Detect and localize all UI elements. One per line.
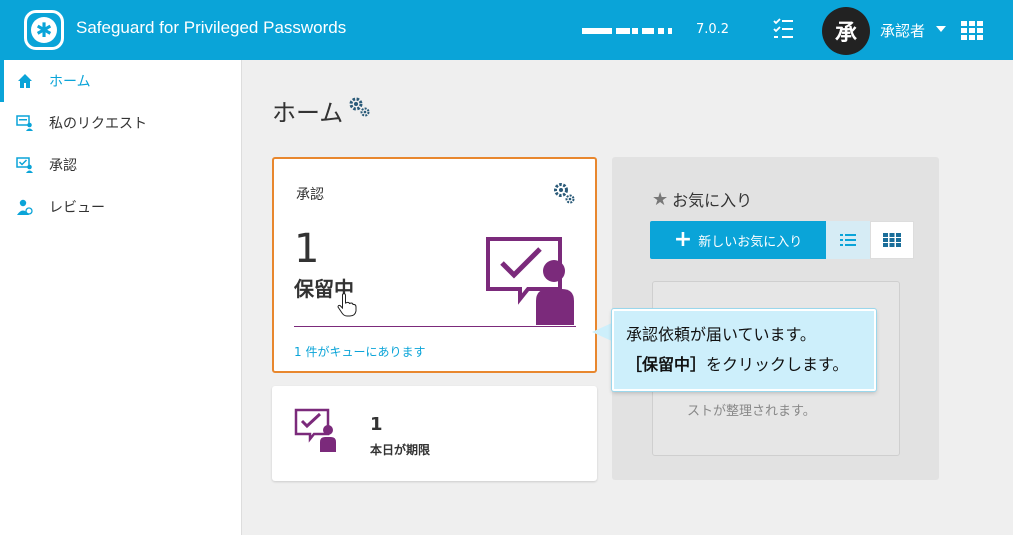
- asterisk-icon: ✱: [31, 17, 57, 43]
- card-title: 承認: [296, 187, 324, 203]
- sidebar-item-approvals[interactable]: 承認: [0, 144, 241, 186]
- pending-count: 1: [294, 226, 320, 272]
- due-count: 1: [370, 414, 383, 435]
- favorites-title: ★ お気に入り: [652, 187, 752, 211]
- gears-icon[interactable]: [348, 96, 372, 118]
- grid-icon: [883, 233, 901, 247]
- card-divider: [294, 326, 576, 327]
- callout-line-1: 承認依頼が届いています。: [626, 325, 816, 344]
- task-list-icon[interactable]: [772, 17, 794, 41]
- top-header: ✱ Safeguard for Privileged Passwords 7.0…: [0, 0, 1013, 60]
- due-label: 本日が期限: [370, 443, 431, 457]
- sidebar-item-reviews[interactable]: レビュー: [0, 186, 241, 228]
- home-icon: [18, 74, 32, 88]
- sidebar-item-label: 承認: [49, 158, 77, 174]
- app-title: Safeguard for Privileged Passwords: [76, 18, 347, 37]
- reviews-icon: [17, 199, 33, 215]
- plus-icon: +: [673, 227, 693, 252]
- redacted-text: [582, 26, 674, 36]
- grid-view-button[interactable]: [870, 221, 914, 259]
- approvals-icon: [16, 157, 33, 173]
- my-requests-icon: [16, 115, 33, 131]
- sidebar-item-my-requests[interactable]: 私のリクエスト: [0, 102, 241, 144]
- list-icon: [840, 234, 856, 246]
- favorites-title-label: お気に入り: [672, 191, 753, 210]
- user-avatar[interactable]: 承: [822, 7, 870, 55]
- approval-person-icon: [486, 237, 574, 325]
- queue-link[interactable]: 1 件がキューにあります: [294, 343, 425, 360]
- app-logo[interactable]: ✱: [24, 10, 64, 50]
- list-view-button[interactable]: [826, 221, 870, 259]
- sidebar-item-home[interactable]: ホーム: [0, 60, 241, 102]
- due-today-card[interactable]: 1 本日が期限: [272, 386, 597, 481]
- sidebar-item-label: ホーム: [49, 74, 91, 90]
- callout-emphasis: ［保留中］: [626, 355, 707, 374]
- instruction-callout: 承認依頼が届いています。 ［保留中］をクリックします。: [612, 309, 876, 391]
- sidebar-item-label: 私のリクエスト: [49, 116, 147, 132]
- sidebar: ホーム 私のリクエスト 承認 レビュー: [0, 60, 242, 535]
- app-grid-icon[interactable]: [961, 21, 983, 40]
- sidebar-item-label: レビュー: [49, 200, 105, 216]
- gears-icon[interactable]: [552, 181, 576, 205]
- new-favorite-button[interactable]: + 新しいお気に入り: [650, 221, 826, 259]
- new-favorite-label: 新しいお気に入り: [698, 234, 803, 250]
- approvals-card[interactable]: 承認 1 保留中 1 件がキューにあります: [272, 157, 597, 373]
- favorites-empty-text: ストが整理されます。: [687, 404, 816, 419]
- user-menu-label[interactable]: 承認者: [880, 20, 925, 41]
- callout-line-2: ［保留中］をクリックします。: [626, 351, 848, 375]
- page-title: ホーム: [272, 99, 344, 127]
- version-label: 7.0.2: [696, 22, 730, 37]
- caret-down-icon[interactable]: [936, 26, 946, 32]
- star-icon: ★: [652, 188, 669, 210]
- approval-person-icon: [294, 408, 336, 452]
- hand-cursor-icon: [337, 293, 357, 317]
- callout-pointer: [592, 322, 614, 342]
- callout-line-2-rest: をクリックします。: [706, 355, 849, 374]
